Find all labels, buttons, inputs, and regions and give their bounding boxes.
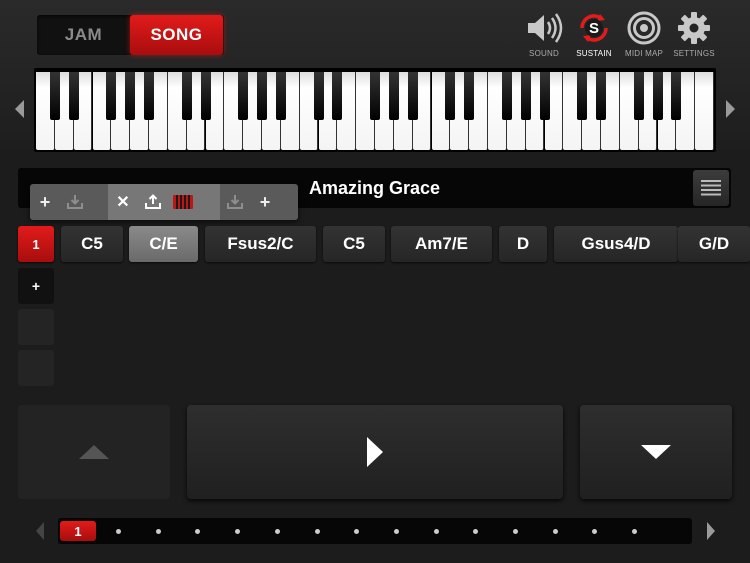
black-key[interactable]	[671, 72, 682, 120]
page-dot[interactable]	[513, 529, 518, 534]
sustain-icon: S	[574, 10, 614, 46]
page-dot[interactable]	[116, 529, 121, 534]
settings-button[interactable]: SETTINGS	[667, 10, 721, 62]
page-dot[interactable]	[354, 529, 360, 534]
next-chord-button[interactable]	[580, 405, 732, 499]
chord-edit-toolbar: + ✕ +	[30, 184, 298, 220]
white-key[interactable]	[695, 72, 714, 150]
page-dot[interactable]	[235, 529, 241, 534]
black-key[interactable]	[652, 72, 663, 120]
black-key[interactable]	[388, 72, 399, 120]
plus-label: +	[259, 191, 271, 212]
black-key[interactable]	[520, 72, 531, 120]
black-key[interactable]	[125, 72, 136, 120]
black-key[interactable]	[370, 72, 380, 120]
black-key[interactable]	[577, 72, 588, 120]
black-key[interactable]	[313, 72, 324, 120]
midi-map-button[interactable]: MIDI MAP	[617, 10, 671, 62]
black-key[interactable]	[445, 72, 456, 120]
keyboard-scroll-left-icon[interactable]	[13, 98, 25, 120]
delete-chord-button[interactable]: ✕	[110, 184, 136, 220]
chord-button[interactable]: D	[499, 226, 547, 262]
gear-icon	[674, 10, 714, 46]
piano-keys[interactable]	[36, 72, 714, 150]
chord-button[interactable]: G/D	[678, 226, 750, 262]
play-icon	[367, 437, 383, 467]
jam-mode-button[interactable]: JAM	[37, 15, 130, 55]
target-icon	[624, 10, 664, 46]
black-key[interactable]	[539, 72, 550, 120]
keyboard-scroll-right-icon[interactable]	[725, 98, 737, 120]
page-dot[interactable]	[314, 529, 320, 534]
import-right-icon[interactable]	[222, 184, 248, 220]
play-button[interactable]	[187, 405, 563, 499]
plus-label: +	[39, 191, 51, 212]
add-section-button[interactable]: +	[18, 268, 54, 304]
edit-group-left: +	[30, 184, 108, 220]
page-dot[interactable]	[274, 529, 280, 534]
import-left-icon[interactable]	[62, 184, 88, 220]
previous-chord-button[interactable]	[18, 405, 170, 499]
black-key[interactable]	[332, 72, 343, 120]
black-key[interactable]	[407, 72, 418, 120]
black-key[interactable]	[200, 72, 211, 120]
sound-button[interactable]: SOUND	[517, 10, 571, 62]
page-indicator: 1	[58, 518, 692, 544]
current-page-badge[interactable]: 1	[60, 521, 96, 541]
black-key[interactable]	[596, 72, 606, 120]
chord-row: 1 C5 C/E Fsus2/C C5 Am7/E D Gsus4/D G/D	[18, 226, 750, 262]
black-key[interactable]	[181, 72, 192, 120]
midi-map-label: MIDI MAP	[624, 49, 664, 58]
black-key[interactable]	[464, 72, 475, 120]
black-key[interactable]	[275, 72, 286, 120]
black-key[interactable]	[633, 72, 644, 120]
black-key[interactable]	[238, 72, 249, 120]
insert-chord-right-button[interactable]: +	[252, 184, 278, 220]
delete-label: ✕	[116, 194, 130, 211]
edit-group-middle: ✕	[108, 184, 220, 220]
chord-button[interactable]: C5	[323, 226, 385, 262]
chord-button[interactable]: Am7/E	[391, 226, 492, 262]
page-right-arrow-icon[interactable]	[706, 521, 716, 541]
piano-keyboard[interactable]	[34, 68, 716, 152]
page-left-arrow-icon[interactable]	[35, 521, 45, 541]
section-number-button[interactable]: 1	[18, 226, 54, 262]
black-key[interactable]	[68, 72, 79, 120]
page-dot[interactable]	[473, 529, 479, 534]
piano-icon[interactable]	[170, 184, 196, 220]
mode-toggle: JAM SONG	[37, 15, 224, 55]
black-key[interactable]	[144, 72, 154, 120]
chord-button[interactable]: C5	[61, 226, 123, 262]
black-key[interactable]	[49, 72, 60, 120]
chord-button-selected[interactable]: C/E	[129, 226, 198, 262]
sustain-label: SUSTAIN	[576, 49, 612, 58]
page-dot[interactable]	[632, 529, 638, 534]
black-key[interactable]	[501, 72, 512, 120]
chord-button[interactable]: Gsus4/D	[554, 226, 678, 262]
page-dot[interactable]	[155, 529, 161, 534]
speaker-icon	[524, 10, 564, 46]
song-mode-button[interactable]: SONG	[130, 15, 223, 55]
export-icon[interactable]	[140, 184, 166, 220]
black-key[interactable]	[106, 72, 117, 120]
sustain-glyph: S	[588, 19, 599, 37]
page-dot[interactable]	[592, 529, 598, 534]
page-dot[interactable]	[552, 529, 558, 534]
arrow-down-icon	[641, 445, 671, 459]
sustain-button[interactable]: S SUSTAIN	[567, 10, 621, 62]
page-dot[interactable]	[433, 529, 439, 534]
song-menu-button[interactable]	[693, 170, 729, 206]
page-dot[interactable]	[195, 529, 201, 534]
insert-chord-left-button[interactable]: +	[32, 184, 58, 220]
settings-label: SETTINGS	[673, 49, 715, 58]
sound-label: SOUND	[529, 49, 559, 58]
chord-button[interactable]: Fsus2/C	[205, 226, 316, 262]
empty-section-slot	[18, 350, 54, 386]
edit-group-right: +	[220, 184, 298, 220]
menu-icon	[701, 180, 721, 196]
arrow-up-icon	[79, 445, 109, 459]
black-key[interactable]	[257, 72, 267, 120]
empty-section-slot	[18, 309, 54, 345]
page-dot[interactable]	[393, 529, 399, 534]
